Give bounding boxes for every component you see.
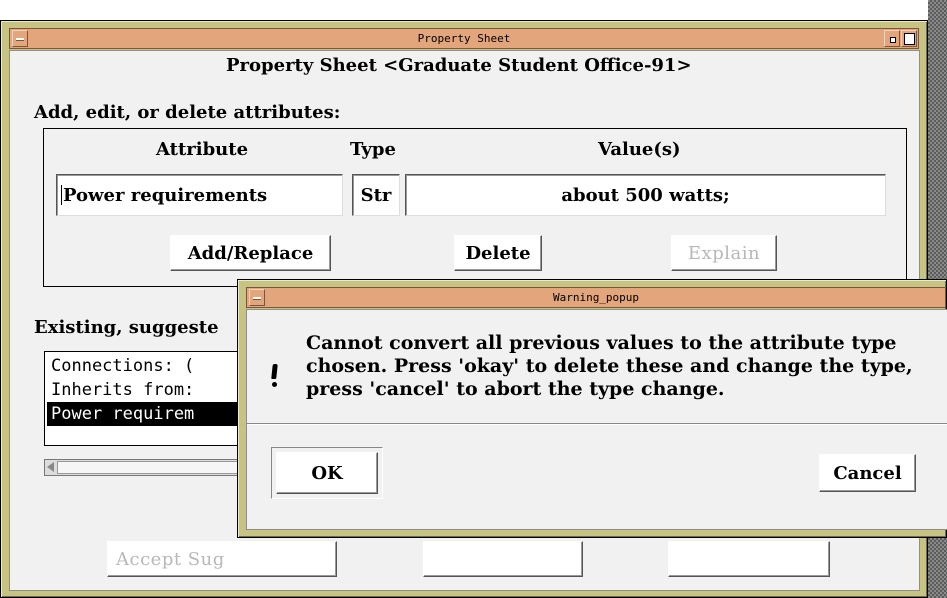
horizontal-scrollbar[interactable] xyxy=(44,459,264,476)
warning-window-menu-button[interactable] xyxy=(249,289,265,306)
warning-popup-window: Warning_popup Cannot convert all previou… xyxy=(237,279,947,538)
titlebar[interactable]: Property Sheet xyxy=(9,28,919,49)
text-cursor xyxy=(61,185,62,205)
bottom-button-middle[interactable] xyxy=(423,541,583,577)
warning-icon xyxy=(268,364,282,390)
existing-attributes-label: Existing, suggeste xyxy=(34,317,219,338)
cancel-button[interactable]: Cancel xyxy=(819,454,916,492)
page-title: Property Sheet <Graduate Student Office-… xyxy=(226,55,692,76)
list-item-connections[interactable]: Connections: ( xyxy=(47,354,261,378)
section-label-edit: Add, edit, or delete attributes: xyxy=(34,102,341,123)
warning-message-line3: press 'cancel' to abort the type change. xyxy=(306,378,725,400)
accept-suggestion-label: Accept Sug xyxy=(116,548,225,570)
ok-button-default-frame: OK xyxy=(271,447,383,499)
scroll-left-arrow-icon[interactable] xyxy=(47,462,54,472)
add-replace-button[interactable]: Add/Replace xyxy=(170,235,331,271)
existing-attributes-list[interactable]: Connections: ( Inherits from: Power requ… xyxy=(44,351,264,446)
warning-separator xyxy=(247,423,947,425)
column-header-values: Value(s) xyxy=(598,139,681,160)
type-field[interactable]: Str xyxy=(352,174,400,216)
warning-content: Cannot convert all previous values to th… xyxy=(246,309,947,530)
warning-title: Warning_popup xyxy=(552,291,640,304)
explain-button[interactable]: Explain xyxy=(671,235,777,271)
accept-suggestion-button[interactable]: Accept Sug xyxy=(107,541,337,577)
scroll-thumb[interactable] xyxy=(57,461,257,474)
list-item-inherits[interactable]: Inherits from: xyxy=(47,378,261,402)
window-menu-button[interactable] xyxy=(12,30,28,47)
delete-button[interactable]: Delete xyxy=(454,235,542,271)
values-field[interactable]: about 500 watts; xyxy=(405,174,886,216)
column-header-attribute: Attribute xyxy=(156,139,249,160)
minimize-button[interactable] xyxy=(884,30,900,47)
bottom-button-right[interactable] xyxy=(668,541,830,577)
values-value: about 500 watts; xyxy=(561,184,730,206)
maximize-icon xyxy=(904,33,915,45)
attribute-name-value: Power requirements xyxy=(63,184,268,206)
window-menu-icon xyxy=(16,38,24,41)
column-header-type: Type xyxy=(350,139,396,160)
attribute-name-field[interactable]: Power requirements xyxy=(56,174,343,216)
warning-message-line2: chosen. Press 'okay' to delete these and… xyxy=(306,355,913,377)
warning-window-menu-icon xyxy=(253,297,261,300)
list-item-power-selected[interactable]: Power requirem xyxy=(47,402,261,426)
ok-button[interactable]: OK xyxy=(276,452,378,494)
attribute-editor-group: Attribute Type Value(s) Power requiremen… xyxy=(43,128,907,287)
minimize-icon xyxy=(890,37,896,43)
warning-message-line1: Cannot convert all previous values to th… xyxy=(306,332,897,354)
maximize-button[interactable] xyxy=(901,30,917,47)
type-value: Str xyxy=(360,184,392,206)
warning-titlebar[interactable]: Warning_popup xyxy=(246,287,946,308)
window-title: Property Sheet xyxy=(417,32,511,45)
